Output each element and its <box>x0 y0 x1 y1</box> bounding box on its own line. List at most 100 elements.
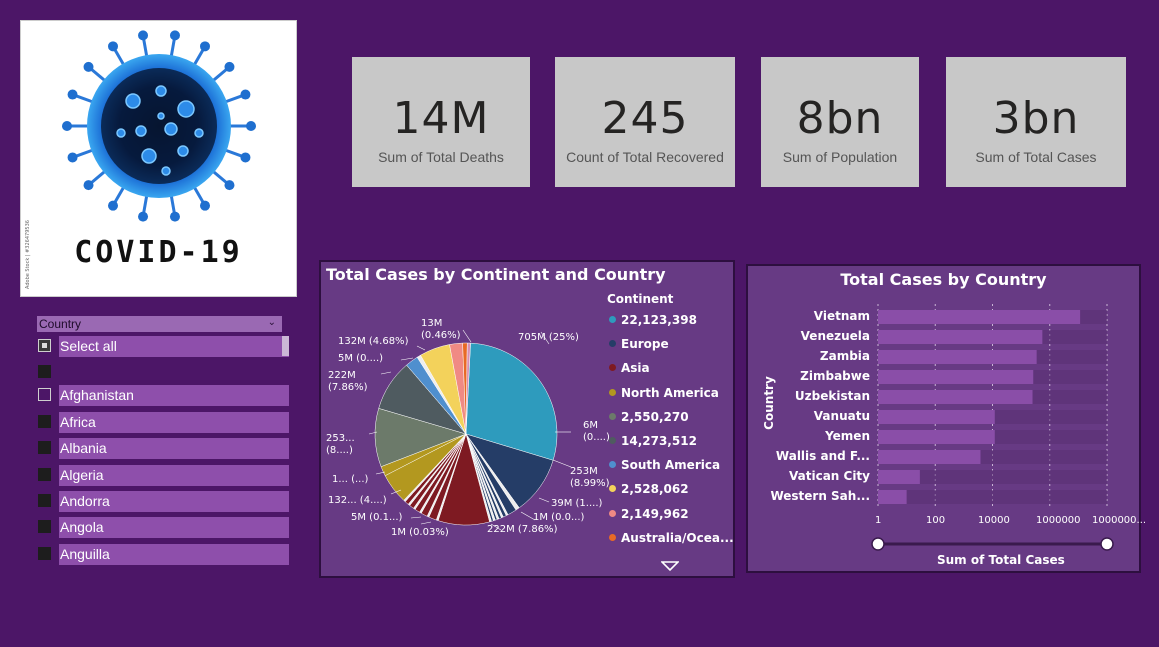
bar-category-label: Wallis and F... <box>775 449 870 463</box>
kpi-population[interactable]: 8bn Sum of Population <box>761 57 919 187</box>
bar-uzbekistan[interactable] <box>878 390 1033 404</box>
x-axis-tick: 100 <box>926 515 946 526</box>
bar-category-label: Zimbabwe <box>800 369 870 383</box>
covid-title: COVID-19 <box>74 235 243 270</box>
bar-category-label: Vanuatu <box>813 409 870 423</box>
x-axis-title: Sum of Total Cases <box>937 553 1065 567</box>
slicer-item[interactable] <box>37 362 289 383</box>
legend-label: South America <box>621 458 721 473</box>
kpi-total-deaths[interactable]: 14M Sum of Total Deaths <box>352 57 530 187</box>
slicer-dropdown[interactable]: Country ⌄ <box>37 316 282 332</box>
legend-item[interactable]: Europe <box>609 337 669 351</box>
slicer-item[interactable]: Africa <box>37 412 289 433</box>
legend-item[interactable]: 14,273,512 <box>609 434 697 448</box>
slicer-item[interactable]: Albania <box>37 438 289 459</box>
slicer-item-label: Angola <box>59 517 289 538</box>
slicer-item-label: Algeria <box>59 465 289 486</box>
legend-item[interactable]: Asia <box>609 361 650 375</box>
kpi-value: 245 <box>601 93 689 144</box>
legend-label: 14,273,512 <box>621 434 697 448</box>
legend-dot-icon <box>609 412 616 420</box>
legend-dot-icon <box>609 364 616 372</box>
legend-scroll-down-icon[interactable] <box>661 560 679 572</box>
slicer-item[interactable]: Afghanistan <box>37 385 289 406</box>
slicer-item[interactable]: Angola <box>37 517 289 538</box>
pie-data-label: 1... (...) <box>332 474 369 485</box>
pie-data-label: 5M (0....) <box>338 353 384 364</box>
x-axis-tick: 1000000... <box>1092 515 1147 526</box>
legend-label: Asia <box>621 361 650 376</box>
slicer-item[interactable]: Andorra <box>37 491 289 512</box>
slicer-item[interactable]: Select all <box>37 336 289 357</box>
pie-data-label: 39M (1....) <box>551 498 603 509</box>
bar-category-label: Zambia <box>819 349 870 363</box>
bar-category-label: Uzbekistan <box>794 389 870 403</box>
zoom-slider-handle-left[interactable] <box>871 537 885 551</box>
legend-item[interactable]: 22,123,398 <box>609 313 697 327</box>
slicer-checkbox[interactable] <box>38 468 51 481</box>
x-axis-tick: 1 <box>875 515 882 526</box>
bar-zimbabwe[interactable] <box>878 370 1034 384</box>
legend-dot-icon <box>609 388 616 396</box>
pie-data-label: 1M (0.0...) <box>533 512 585 523</box>
slicer-checkbox[interactable] <box>38 547 51 560</box>
legend-dot-icon <box>609 533 616 541</box>
pie-data-label: 253M (8.99%) <box>570 466 610 489</box>
legend-item[interactable]: South America <box>609 458 720 472</box>
bar-venezuela[interactable] <box>878 330 1043 344</box>
kpi-value: 8bn <box>796 93 884 144</box>
legend-item[interactable]: 2,550,270 <box>609 410 689 424</box>
bar-vatican-city[interactable] <box>878 470 920 484</box>
bar-vanuatu[interactable] <box>878 410 995 424</box>
covid-logo-image: COVID-19 Adobe Stock | #326479536 <box>20 20 297 297</box>
slicer-header-label: Country <box>39 317 82 331</box>
legend-dot-icon <box>609 340 616 348</box>
slicer-item-label: Africa <box>59 412 289 433</box>
x-axis-tick: 1000000 <box>1036 515 1081 526</box>
legend-dot-icon <box>609 485 616 493</box>
slicer-checkbox[interactable] <box>38 365 51 378</box>
slicer-checkbox[interactable] <box>38 339 51 352</box>
legend-dot-icon <box>609 316 616 323</box>
slicer-checkbox[interactable] <box>38 520 51 533</box>
slicer-checkbox[interactable] <box>38 388 51 401</box>
slicer-item[interactable]: Algeria <box>37 465 289 486</box>
kpi-total-recovered[interactable]: 245 Count of Total Recovered <box>555 57 735 187</box>
bar-vietnam[interactable] <box>878 310 1081 324</box>
chevron-down-icon[interactable]: ⌄ <box>268 316 276 331</box>
country-slicer[interactable]: Country ⌄ Select all Afghanistan Africa Alb… <box>37 316 289 574</box>
slicer-item[interactable]: Anguilla <box>37 544 289 565</box>
pie-data-label: 132... (4....) <box>328 495 387 506</box>
legend-item[interactable]: 2,528,062 <box>609 482 689 496</box>
pie-data-label: 1M (0.03%) <box>391 527 449 538</box>
bar-yemen[interactable] <box>878 430 995 444</box>
legend-item[interactable]: North America <box>609 386 719 400</box>
slicer-checkbox[interactable] <box>38 494 51 507</box>
bar-wallis-and-f[interactable] <box>878 450 981 464</box>
slicer-item-label: Select all <box>59 336 289 357</box>
bar-category-label: Western Sah... <box>770 489 870 503</box>
slicer-checkbox[interactable] <box>38 415 51 428</box>
pie-data-label: 222M (7.86%) <box>487 524 558 535</box>
bar-chart-panel[interactable]: Total Cases by Country Country Vietnam Ve… <box>746 264 1146 573</box>
pie-data-label: 705M (25%) <box>518 332 579 343</box>
x-axis-tick: 10000 <box>978 515 1010 526</box>
bar-category-label: Yemen <box>825 429 870 443</box>
slicer-scrollbar[interactable] <box>282 336 289 356</box>
zoom-slider-handle-right[interactable] <box>1100 537 1114 551</box>
kpi-total-cases[interactable]: 3bn Sum of Total Cases <box>946 57 1126 187</box>
kpi-label: Sum of Total Deaths <box>378 149 504 165</box>
legend-dot-icon <box>609 461 616 469</box>
legend-item[interactable]: 2,149,962 <box>609 507 689 521</box>
legend-dot-icon <box>609 509 616 517</box>
pie-data-label: 253... (8....) <box>326 433 355 456</box>
pie-data-label: 6M (0....) <box>583 420 610 443</box>
legend-item[interactable]: Australia/Ocea... <box>609 531 734 545</box>
bar-category-label: Vatican City <box>789 469 870 483</box>
slicer-checkbox[interactable] <box>38 441 51 454</box>
bar-category-label: Vietnam <box>813 309 870 323</box>
pie-chart-panel[interactable]: Total Cases by Continent and Country 705… <box>319 260 735 578</box>
bar-western-sah[interactable] <box>878 490 907 504</box>
bar-zambia[interactable] <box>878 350 1037 364</box>
legend-label: 2,550,270 <box>621 409 689 424</box>
